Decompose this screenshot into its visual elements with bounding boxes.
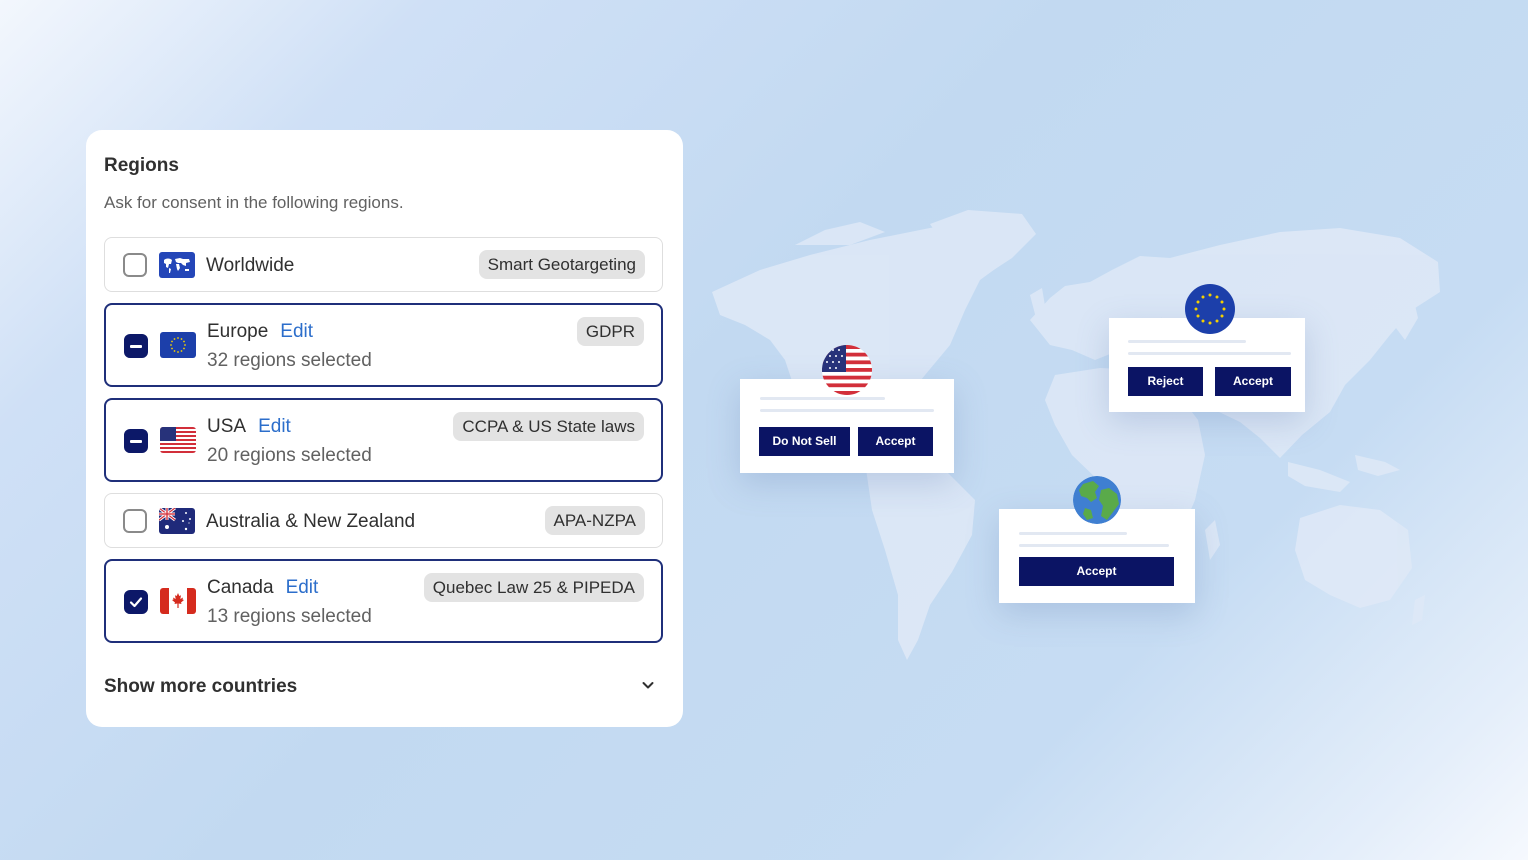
region-name: Australia & New Zealand [206,511,416,532]
checkmark-icon [129,597,143,608]
law-tag: CCPA & US State laws [453,412,644,441]
eu-flag-icon [160,332,196,358]
region-label: Europe [207,321,269,342]
canada-checkbox[interactable] [124,590,148,614]
regions-selected-count: 13 regions selected [207,606,372,627]
do-not-sell-button[interactable]: Do Not Sell [759,427,850,456]
region-row-worldwide[interactable]: Worldwide Smart Geotargeting [104,237,663,292]
regions-selected-count: 20 regions selected [207,445,372,466]
region-name: USA Edit [207,416,291,438]
globe-icon [1073,476,1121,524]
region-row-usa[interactable]: USA Edit 20 regions selected CCPA & US St… [104,398,663,482]
edit-link[interactable]: Edit [286,577,319,598]
europe-checkbox[interactable] [124,334,148,358]
law-tag: Smart Geotargeting [478,250,645,279]
law-tag: Quebec Law 25 & PIPEDA [423,573,644,602]
us-flag-icon [160,427,196,453]
chevron-down-icon[interactable] [640,677,656,693]
usa-checkbox[interactable] [124,429,148,453]
australia-nz-checkbox[interactable] [123,509,147,533]
placeholder-line [1019,532,1127,535]
placeholder-line [1128,352,1291,355]
region-name: Europe Edit [207,321,313,343]
reject-button[interactable]: Reject [1128,367,1203,396]
region-row-australia-nz[interactable]: Australia & New Zealand APA-NZPA [104,493,663,548]
region-name: Worldwide [206,255,295,276]
panel-title: Regions [104,155,179,176]
region-row-canada[interactable]: Canada Edit 13 regions selected Quebec La… [104,559,663,643]
accept-button[interactable]: Accept [1019,557,1174,586]
show-more-countries[interactable]: Show more countries [104,676,297,698]
placeholder-line [760,409,934,412]
region-label: Canada [207,577,274,598]
eu-flag-badge-icon [1185,284,1235,334]
law-tag: APA-NZPA [544,506,645,535]
placeholder-line [1128,340,1246,343]
region-label: USA [207,416,247,437]
world-map-flag-icon [159,252,195,278]
region-row-europe[interactable]: Europe Edit 32 regions selected GDPR [104,303,663,387]
placeholder-line [760,397,885,400]
us-flag-badge-icon [822,345,872,395]
region-name: Canada Edit [207,577,318,599]
law-tag: GDPR [576,317,644,346]
canada-flag-icon [160,588,196,614]
regions-selected-count: 32 regions selected [207,350,372,371]
accept-button[interactable]: Accept [1215,367,1291,396]
australia-flag-icon [159,508,195,534]
worldwide-checkbox[interactable] [123,253,147,277]
placeholder-line [1019,544,1169,547]
accept-button[interactable]: Accept [858,427,933,456]
edit-link[interactable]: Edit [258,416,291,437]
panel-subtitle: Ask for consent in the following regions… [104,193,404,212]
edit-link[interactable]: Edit [280,321,313,342]
regions-panel: Regions Ask for consent in the following… [86,130,683,727]
